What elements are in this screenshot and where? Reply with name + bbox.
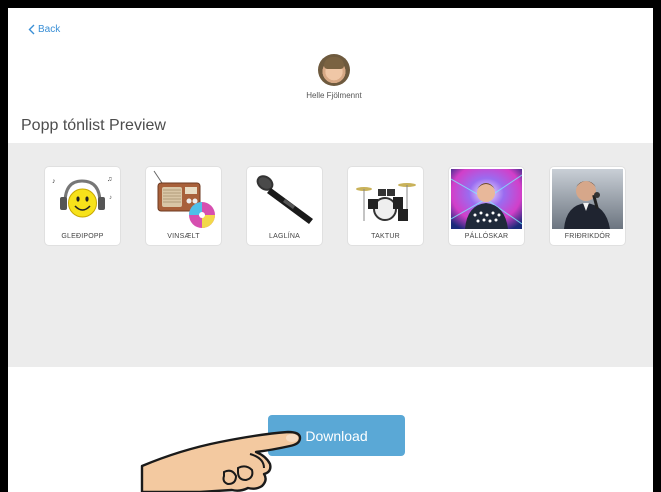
- card-gledipopp[interactable]: ♪ ♫ ♪ GLEÐIPOPP: [45, 167, 120, 245]
- user-name: Helle Fjölmennt: [306, 91, 362, 100]
- card-label: GLEÐIPOPP: [61, 233, 104, 240]
- card-label: FRIÐRIKDÓR: [564, 233, 611, 240]
- card-label: LAGLÍNA: [269, 233, 300, 240]
- svg-text:♫: ♫: [107, 176, 112, 183]
- pointing-hand-icon: [140, 430, 302, 492]
- card-label: TAKTUR: [371, 233, 400, 240]
- card-label: VINSÆLT: [167, 233, 200, 240]
- svg-text:♪: ♪: [109, 195, 112, 201]
- performer-photo: [451, 169, 522, 229]
- back-button[interactable]: Back: [28, 24, 60, 35]
- card-palloskar[interactable]: PÁLLÓSKAR: [449, 167, 524, 245]
- avatar: [318, 54, 350, 86]
- chevron-left-icon: [28, 24, 35, 35]
- smiley-headphones-icon: ♪ ♫ ♪: [47, 169, 118, 229]
- back-label: Back: [38, 24, 61, 35]
- card-taktur[interactable]: TAKTUR: [348, 167, 423, 245]
- singer-photo: [552, 169, 623, 229]
- card-fridrikdor[interactable]: FRIÐRIKDÓR: [550, 167, 625, 245]
- radio-cd-icon: [148, 169, 219, 229]
- card-label: PÁLLÓSKAR: [464, 233, 509, 240]
- svg-text:♪: ♪: [52, 178, 56, 185]
- card-vinsaelt[interactable]: VINSÆLT: [146, 167, 221, 245]
- card-naglina[interactable]: LAGLÍNA: [247, 167, 322, 245]
- drum-kit-icon: [350, 169, 421, 229]
- microphone-icon: [249, 169, 320, 229]
- card-list: ♪ ♫ ♪ GLEÐIPOPP VINSÆLT LAGLÍNA TAKTUR P…: [45, 167, 625, 245]
- page-title: Popp tónlist Preview: [21, 117, 166, 134]
